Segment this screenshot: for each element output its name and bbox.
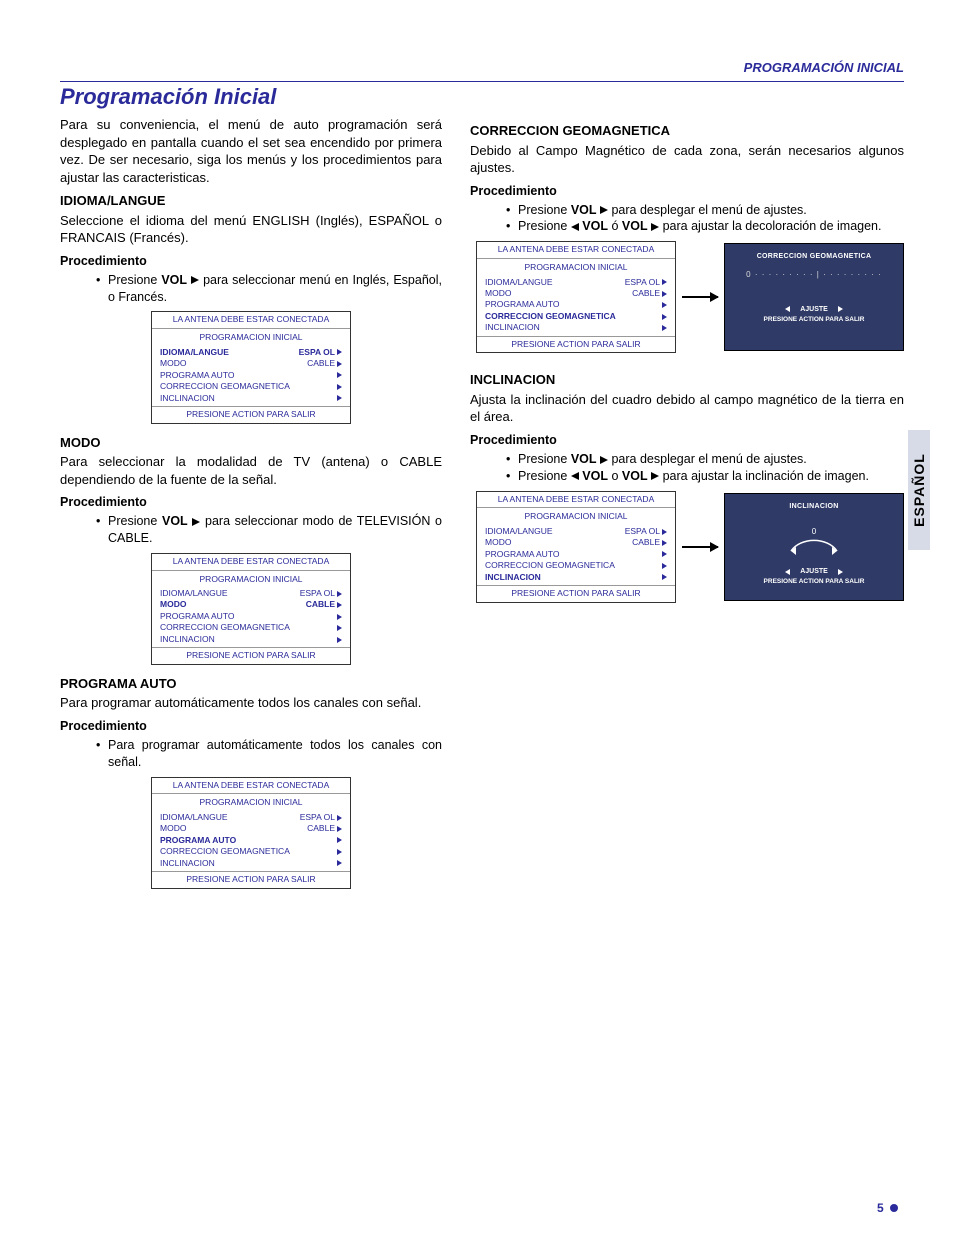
osd-menu-geo: LA ANTENA DEBE ESTAR CONECTADA PROGRAMAC… [476, 241, 676, 353]
running-head: PROGRAMACIÓN INICIAL [60, 60, 904, 75]
arrow-right-icon [682, 546, 718, 548]
osd-menu-modo: LA ANTENA DEBE ESTAR CONECTADA PROGRAMAC… [151, 553, 351, 665]
play-left-icon [571, 223, 579, 231]
play-left-icon [571, 472, 579, 480]
idioma-proc-head: Procedimiento [60, 253, 442, 270]
idioma-proc-list: Presione VOL para seleccionar menú en In… [60, 272, 442, 306]
programa-proc-list: Para programar automáticamente todos los… [60, 737, 442, 771]
programa-proc-head: Procedimiento [60, 718, 442, 735]
play-right-icon [651, 223, 659, 231]
incl-adjust-screen: INCLINACION 0 AJUSTE PRESIONE ACTION PAR… [724, 493, 904, 601]
incl-body: Ajusta la inclinación del cuadro debido … [470, 391, 904, 426]
geo-proc-head: Procedimiento [470, 183, 904, 200]
left-column: Para su conveniencia, el menú de auto pr… [60, 116, 442, 899]
page-number: 5 [877, 1201, 884, 1215]
section-head-geo: CORRECCION GEOMAGNETICA [470, 122, 904, 140]
svg-text:0: 0 [812, 527, 817, 536]
list-item: Presione VOL para seleccionar modo de TE… [96, 513, 442, 547]
idioma-body: Seleccione el idioma del menú ENGLISH (I… [60, 212, 442, 247]
arrow-right-icon [682, 296, 718, 298]
modo-proc-list: Presione VOL para seleccionar modo de TE… [60, 513, 442, 547]
right-column: CORRECCION GEOMAGNETICA Debido al Campo … [470, 116, 904, 899]
list-item: Presione VOL para desplegar el menú de a… [506, 202, 904, 219]
header-rule [60, 81, 904, 82]
section-head-idioma: IDIOMA/LANGUE [60, 192, 442, 210]
list-item: Presione VOL para desplegar el menú de a… [506, 451, 904, 468]
play-right-icon [192, 518, 200, 526]
play-right-icon [191, 276, 199, 284]
page-footer: 5 [877, 1200, 898, 1215]
play-right-icon [600, 456, 608, 464]
triangle-right-icon [838, 569, 843, 575]
list-item: Presione VOL o VOL para ajustar la incli… [506, 468, 904, 485]
play-right-icon [600, 206, 608, 214]
list-item: Presione VOL para seleccionar menú en In… [96, 272, 442, 306]
osd-menu-idioma: LA ANTENA DEBE ESTAR CONECTADA PROGRAMAC… [151, 311, 351, 423]
programa-body: Para programar automáticamente todos los… [60, 694, 442, 712]
osd-menu-programa: LA ANTENA DEBE ESTAR CONECTADA PROGRAMAC… [151, 777, 351, 889]
incl-diagram: LA ANTENA DEBE ESTAR CONECTADA PROGRAMAC… [476, 491, 904, 603]
modo-body: Para seleccionar la modalidad de TV (ant… [60, 453, 442, 488]
section-head-incl: INCLINACION [470, 371, 904, 389]
incl-proc-head: Procedimiento [470, 432, 904, 449]
osd-menu-incl: LA ANTENA DEBE ESTAR CONECTADA PROGRAMAC… [476, 491, 676, 603]
page-title: Programación Inicial [60, 84, 904, 110]
tilt-gauge-icon: 0 [735, 525, 893, 557]
triangle-left-icon [785, 306, 790, 312]
triangle-left-icon [785, 569, 790, 575]
geo-adjust-screen: CORRECCION GEOMAGNETICA 0 · · · · · · · … [724, 243, 904, 351]
modo-proc-head: Procedimiento [60, 494, 442, 511]
geo-diagram: LA ANTENA DEBE ESTAR CONECTADA PROGRAMAC… [476, 241, 904, 353]
intro-paragraph: Para su conveniencia, el menú de auto pr… [60, 116, 442, 186]
triangle-right-icon [838, 306, 843, 312]
section-head-programa: PROGRAMA AUTO [60, 675, 442, 693]
list-item: Presione VOL ó VOL para ajustar la decol… [506, 218, 904, 235]
play-right-icon [651, 472, 659, 480]
list-item: Para programar automáticamente todos los… [96, 737, 442, 771]
geo-body: Debido al Campo Magnético de cada zona, … [470, 142, 904, 177]
geo-proc-list: Presione VOL para desplegar el menú de a… [470, 202, 904, 236]
language-tab: ESPAÑOL [908, 430, 930, 550]
section-head-modo: MODO [60, 434, 442, 452]
bullet-icon [890, 1204, 898, 1212]
incl-proc-list: Presione VOL para desplegar el menú de a… [470, 451, 904, 485]
